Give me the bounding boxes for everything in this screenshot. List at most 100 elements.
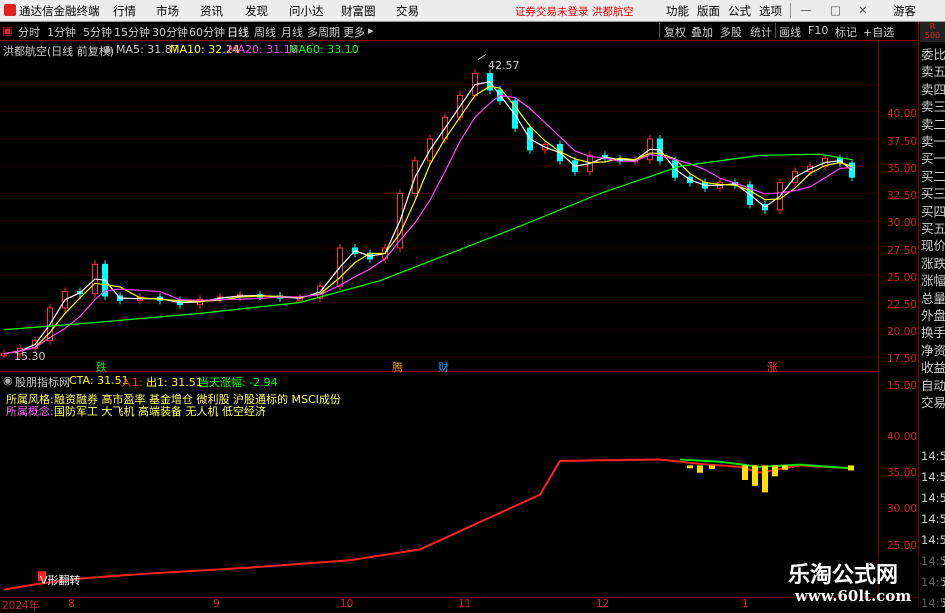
x-tick: 9 [213,598,220,610]
x-tick: 8 [68,598,75,610]
tab-period-8[interactable]: 月线 [281,24,303,40]
high-price-label: 42.57 [488,59,520,72]
toolbar-separator [659,23,660,38]
close-icon[interactable]: ✕ [858,3,868,17]
y-tick: 40.00 [887,108,918,120]
y-tick: 27.50 [887,245,918,257]
tab-period-5[interactable]: 60分钟 [189,24,225,40]
tab-period-3[interactable]: 15分钟 [114,24,150,40]
guest-login[interactable]: 游客 [893,3,916,19]
menu-item-wealth[interactable]: 财富圈 [341,3,376,19]
app-logo-icon [4,4,16,16]
tool-stats[interactable]: 统计 [750,24,772,40]
quote-field-20[interactable]: 交易 [921,394,945,411]
kline-svg [0,54,878,358]
tick-time-3: 14:56 [921,512,945,526]
menu-item-trade[interactable]: 交易 [396,3,419,19]
menu-item-ask[interactable]: 问小达 [289,3,324,19]
tab-period-0[interactable]: 分时 [18,24,40,40]
menu-item-news[interactable]: 资讯 [200,3,223,19]
more-arrow-icon[interactable]: ▸ [368,24,374,37]
tab-period-6[interactable]: 日线 [227,24,249,40]
login-warning[interactable]: 证券交易未登录 洪都航空 [515,4,634,19]
x-tick: 2024年 [2,600,40,612]
quote-field-2: 卖四 [921,81,945,97]
watermark: 乐淘公式网 www.60lt.com [783,555,943,609]
yellow-bar [782,465,788,470]
yellow-bar [687,465,693,469]
app-title: 通达信金融终端 [19,4,100,18]
menu-item-market[interactable]: 行情 [113,3,136,19]
yellow-bar [848,465,854,471]
y-tick-sub: 35.00 [887,467,918,479]
quote-field-9: 买四 [921,203,945,219]
quote-field-17: 净资 [921,342,945,358]
tool-add-watchlist[interactable]: +自选 [863,24,894,40]
tab-period-9[interactable]: 多周期 [307,24,340,40]
menu-item-market2[interactable]: 市场 [156,3,179,19]
quote-field-12: 涨跌 [921,255,945,271]
y-tick-sub: 40.00 [887,431,918,443]
menu-item-discover[interactable]: 发现 [245,3,268,19]
ma20-line [3,94,853,355]
y-tick: 22.50 [887,299,918,311]
tab-period-10[interactable]: 更多 [343,24,365,40]
menu-item-layout[interactable]: 版面 [697,3,720,19]
y-tick: 17.50 [887,353,918,365]
watermark-title: 乐淘公式网 [788,563,899,588]
quote-field-4: 卖二 [921,116,945,132]
minimize-icon[interactable]: — [800,3,812,17]
yellow-bar [752,465,758,486]
quote-field-5: 卖一 [921,134,945,149]
tool-draw[interactable]: 画线 [779,24,801,40]
x-tick: 1 [742,598,749,610]
yellow-bar [742,465,748,480]
quote-field-14: 总量 [921,290,945,306]
tool-adjust[interactable]: 复权 [664,24,686,40]
tool-overlay[interactable]: 叠加 [691,24,713,40]
y-tick: 37.50 [887,136,918,148]
y-tick-sub: 30.00 [887,503,918,515]
restore-icon[interactable]: □ [830,3,841,17]
y-tick: 32.50 [887,190,918,202]
time-axis: 2024年 8 9 10 11 12 1 [0,597,918,612]
tick-time-4: 14:56 [921,533,945,547]
yellow-bar [709,465,715,470]
y-tick: 30.00 [887,217,918,229]
tab-period-2[interactable]: 5分钟 [83,24,112,40]
menu-item-function[interactable]: 功能 [666,3,689,19]
quote-field-1: 卖五 [921,64,945,80]
quote-field-19[interactable]: 自动 [921,377,945,394]
rp-badge[interactable]: R 500 [920,22,945,42]
quote-field-15: 外盘 [921,308,945,323]
x-tick: 12 [596,598,610,610]
y-tick: 25.00 [887,272,918,284]
quote-field-13: 涨幅 [921,273,945,289]
high-pointer [477,54,487,60]
tab-period-7[interactable]: 周线 [254,24,276,40]
v-reversal-label: V形翻转 [40,574,81,587]
tab-period-4[interactable]: 30分钟 [152,24,188,40]
tool-multi[interactable]: 多股 [720,24,742,40]
y-tick: 20.00 [887,326,918,338]
tab-period-1[interactable]: 1分钟 [47,24,76,40]
y-tick-sub: 25.00 [887,540,918,552]
tick-time-1: 14:56 [921,470,945,484]
menu-item-options[interactable]: 选项 [759,3,782,19]
quote-field-11: 现价 [921,238,945,254]
tool-mark[interactable]: 标记 [835,24,857,40]
quote-field-8: 买三 [921,186,945,202]
yellow-bar [772,465,778,477]
quote-field-7: 买二 [921,168,945,184]
tick-time-2: 14:56 [921,491,945,505]
watermark-url: www.60lt.com [795,587,912,605]
checkbox-icon[interactable]: ▣ [2,24,12,37]
quote-field-16: 换手 [921,325,945,341]
main-kline-chart[interactable]: 洪都航空(日线 前复权) ◉ MA5: 31.87 MA10: 32.24 MA… [0,41,878,374]
tool-f10[interactable]: F10 [808,24,828,37]
menu-item-formula[interactable]: 公式 [728,3,751,19]
indicator-chart[interactable]: ◉ 股朋指标网 CTA: 31.51 入1: - 出1: 31.51 当天涨幅:… [0,372,878,596]
ma10-line [3,85,853,355]
quote-field-3: 卖三 [921,99,945,115]
quote-field-6: 买一 [921,151,945,167]
